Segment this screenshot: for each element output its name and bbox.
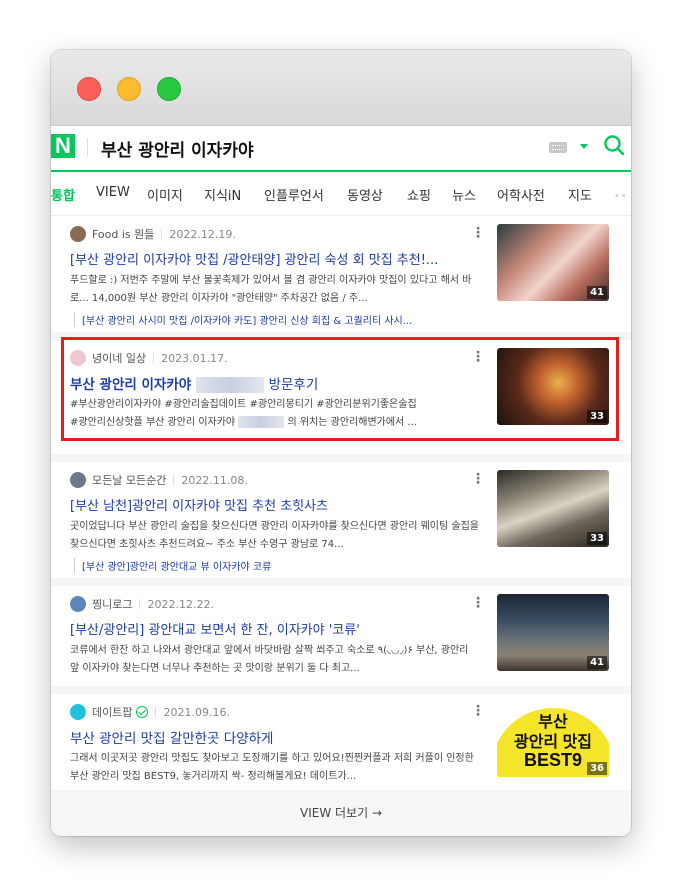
author-name[interactable]: 녕이네 일상 — [92, 350, 146, 366]
result-title[interactable]: 부산 광안리 이자카야 방문후기 — [70, 373, 480, 393]
divider — [173, 475, 175, 485]
tab-shopping[interactable]: 쇼핑 — [407, 185, 431, 204]
list-item: 데이트팝 2021.09.16. ⋮ 부산 광안리 맛집 갈만한곳 다양하게 그… — [51, 694, 631, 790]
view-more-button[interactable]: VIEW 더보기 → — [51, 791, 631, 835]
more-options-icon[interactable]: ⋮ — [471, 596, 485, 610]
list-item: 녕이네 일상 2023.01.17. ⋮ 부산 광안리 이자카야 방문후기 #부… — [51, 340, 631, 454]
result-thumbnail[interactable]: 41 — [497, 594, 609, 671]
list-item: 모든날 모든순간 2022.11.08. ⋮ [부산 남천]광안리 이자카야 맛… — [51, 462, 631, 578]
image-count: 33 — [587, 532, 607, 545]
result-title-end: 방문후기 — [268, 377, 319, 393]
window-titlebar — [51, 50, 631, 126]
image-count: 41 — [587, 656, 607, 669]
view-results: Food is 뭔들 2022.12.19. ⋮ [부산 광안리 이자카야 맛집… — [51, 216, 631, 836]
more-options-icon[interactable]: ⋮ — [471, 704, 485, 718]
tab-influencer[interactable]: 인플루언서 — [264, 185, 324, 204]
thumbnail-text-2: 광안리 맛집 — [513, 734, 593, 751]
verified-icon — [136, 706, 149, 718]
result-snippet: 코류에서 한잔 하고 나와서 광안대교 앞에서 바닷바람 살짝 쐬주고 숙소로 … — [70, 645, 469, 674]
search-input[interactable]: 부산 광안리 이자카야 — [101, 136, 254, 161]
list-item: Food is 뭔들 2022.12.19. ⋮ [부산 광안리 이자카야 맛집… — [51, 216, 631, 332]
divider — [153, 353, 155, 363]
result-snippet: 그래서 이곳저곳 광안리 맛집도 찾아보고 도장깨기를 하고 있어요!찐찐커플과… — [70, 753, 474, 782]
result-snippet: #부산광안리이자카야 #광안리술집데이트 #광안리몽티기 #광안리분위기좋은술집… — [70, 396, 480, 432]
result-title[interactable]: [부산/광안리] 광안대교 보면서 한 잔, 이자카야 '코류' — [70, 619, 480, 638]
image-count: 33 — [587, 410, 607, 423]
tab-images[interactable]: 이미지 — [147, 185, 183, 204]
related-post-link[interactable]: [부산 광안]광안리 광안대교 뷰 이자카야 코류 — [74, 558, 479, 573]
result-title[interactable]: [부산 광안리 이자카야 맛집 /광안태양] 광안리 숙성 회 맛집 추천!..… — [70, 249, 480, 268]
related-post-link[interactable]: [부산 광안리 사시미 맛집 /이자카야 카도] 광안리 신상 회집 & 고퀄리… — [74, 312, 479, 327]
result-snippet: 푸드할로 :) 저번주 주말에 부산 불꽃축제가 있어서 볼 겸 광안리 이자카… — [70, 275, 472, 304]
snippet-line-2-start: #광안리신상핫플 부산 광안리 이자카야 — [70, 417, 236, 428]
search-bar: N 부산 광안리 이자카야 — [51, 126, 631, 172]
author-name[interactable]: 찡니로그 — [92, 596, 132, 612]
author-name[interactable]: Food is 뭔들 — [92, 226, 154, 242]
chevron-down-icon[interactable] — [580, 144, 588, 149]
blurred-name — [195, 377, 264, 393]
tab-video[interactable]: 동영상 — [347, 185, 383, 204]
snippet-line-2: #광안리신상핫플 부산 광안리 이자카야 의 위치는 광안리해변가에서 ... — [70, 414, 480, 432]
avatar — [70, 704, 86, 720]
minimize-window-button[interactable] — [117, 77, 141, 101]
search-tabs: 통합 VIEW 이미지 지식iN 인플루언서 동영상 쇼핑 뉴스 어학사전 지도… — [51, 172, 631, 216]
tab-news[interactable]: 뉴스 — [452, 185, 476, 204]
more-options-icon[interactable]: ⋮ — [471, 350, 485, 364]
browser-window: N 부산 광안리 이자카야 통합 VIEW 이미지 지식iN 인플루언서 동영상… — [51, 50, 631, 836]
result-title-start: 부산 광안리 이자카야 — [70, 377, 192, 393]
result-thumbnail[interactable]: 33 — [497, 470, 609, 547]
author-name[interactable]: 데이트팝 — [92, 704, 132, 720]
avatar — [70, 596, 86, 612]
avatar — [70, 350, 86, 366]
more-options-icon[interactable]: ⋮ — [471, 472, 485, 486]
keyboard-icon[interactable] — [549, 142, 567, 153]
post-date: 2023.01.17. — [161, 351, 228, 365]
post-date: 2022.11.08. — [181, 473, 248, 487]
naver-logo[interactable]: N — [51, 134, 75, 158]
divider — [161, 229, 163, 239]
close-window-button[interactable] — [77, 77, 101, 101]
divider — [155, 707, 157, 717]
more-tabs-icon[interactable]: •• — [614, 191, 628, 202]
more-options-icon[interactable]: ⋮ — [471, 226, 485, 240]
tab-dictionary[interactable]: 어학사전 — [497, 185, 545, 204]
search-divider — [87, 138, 88, 156]
list-item: 찡니로그 2022.12.22. ⋮ [부산/광안리] 광안대교 보면서 한 잔… — [51, 586, 631, 686]
image-count: 41 — [587, 286, 607, 299]
tab-view[interactable]: VIEW — [96, 185, 130, 200]
result-thumbnail[interactable]: 부산 광안리 맛집 BEST9 36 — [497, 700, 609, 777]
result-snippet: 곳이었답니다 부산 광안리 술집을 찾으신다면 광안리 이자카야를 찾으신다면 … — [70, 521, 479, 550]
post-date: 2021.09.16. — [163, 705, 230, 719]
search-icon[interactable] — [603, 134, 625, 156]
post-date: 2022.12.22. — [147, 597, 214, 611]
avatar — [70, 472, 86, 488]
tab-map[interactable]: 지도 — [568, 185, 592, 204]
result-title[interactable]: 부산 광안리 맛집 갈만한곳 다양하게 — [70, 727, 480, 747]
result-title[interactable]: [부산 남천]광안리 이자카야 맛집 추천 초힛사츠 — [70, 495, 480, 514]
result-thumbnail[interactable]: 33 — [497, 348, 609, 425]
snippet-line-2-end: 의 위치는 광안리해변가에서 ... — [287, 417, 417, 428]
tab-kin[interactable]: 지식iN — [204, 185, 241, 204]
blurred-name — [238, 416, 285, 428]
author-name[interactable]: 모든날 모든순간 — [92, 472, 166, 488]
result-thumbnail[interactable]: 41 — [497, 224, 609, 301]
image-count: 36 — [587, 762, 607, 775]
maximize-window-button[interactable] — [157, 77, 181, 101]
divider — [139, 599, 141, 609]
tab-integrated[interactable]: 통합 — [51, 185, 75, 204]
post-date: 2022.12.19. — [169, 227, 236, 241]
snippet-line-1: #부산광안리이자카야 #광안리술집데이트 #광안리몽티기 #광안리분위기좋은술집 — [70, 399, 417, 410]
avatar — [70, 226, 86, 242]
